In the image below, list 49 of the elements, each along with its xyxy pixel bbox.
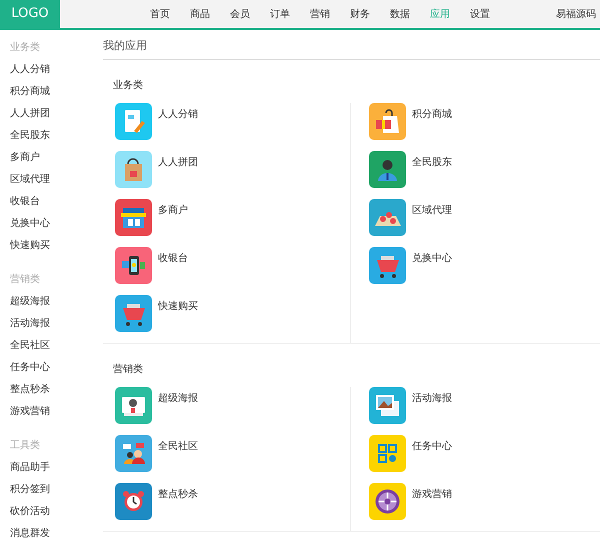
sidebar-heading: 业务类 [10, 40, 41, 55]
app-tile[interactable]: 游戏营销 [369, 483, 597, 531]
sidebar-item[interactable]: 全民社区 [10, 335, 95, 357]
sidebar-item[interactable]: 整点秒杀 [10, 379, 95, 401]
app-tile[interactable]: 活动海报 [369, 387, 597, 435]
app-tile[interactable]: 全民股东 [369, 151, 597, 199]
sidebar-item[interactable]: 收银台 [10, 191, 95, 213]
nav-tab[interactable]: 首页 [140, 6, 180, 22]
nav-tab[interactable]: 商品 [180, 6, 220, 22]
sidebar-item[interactable]: 商品助手 [10, 457, 95, 479]
app-tile[interactable]: 多商户 [115, 199, 350, 247]
sidebar-item[interactable]: 全民股东 [10, 125, 95, 147]
sidebar-item[interactable]: 人人拼团 [10, 103, 95, 125]
sidebar-item[interactable]: 超级海报 [10, 291, 95, 313]
sidebar-item[interactable]: 多商户 [10, 147, 95, 169]
app-tile[interactable]: 超级海报 [115, 387, 350, 435]
sidebar-item[interactable]: 区域代理 [10, 169, 95, 191]
section-heading: 营销类 [113, 364, 143, 375]
sidebar-item[interactable]: 快速购买 [10, 235, 95, 257]
app-tile[interactable]: 兑换中心 [369, 247, 597, 295]
nav-tab[interactable]: 设置 [460, 6, 500, 22]
sidebar-item[interactable]: 积分商城 [10, 81, 95, 103]
sidebar-heading: 工具类 [10, 438, 41, 453]
sidebar-item[interactable]: 消息群发 [10, 523, 95, 545]
sidebar-item[interactable]: 积分签到 [10, 479, 95, 501]
sidebar-heading: 营销类 [10, 272, 41, 287]
sidebar-item[interactable]: 人人分销 [10, 59, 95, 81]
app-tile[interactable]: 积分商城 [369, 103, 597, 151]
user-link[interactable]: 易福源码 [556, 6, 596, 22]
app-tile[interactable]: 任务中心 [369, 435, 597, 483]
app-tile[interactable]: 整点秒杀 [115, 483, 350, 531]
section-heading: 业务类 [113, 80, 143, 91]
sidebar-item[interactable]: 活动海报 [10, 313, 95, 335]
page-title: 我的应用 [103, 39, 147, 52]
app-tile[interactable]: 区域代理 [369, 199, 597, 247]
app-tile[interactable]: 全民社区 [115, 435, 350, 483]
nav-tab[interactable]: 财务 [340, 6, 380, 22]
app-tile[interactable]: 收银台 [115, 247, 350, 295]
sidebar-item[interactable]: 游戏营销 [10, 401, 95, 423]
sidebar-item[interactable]: 兑换中心 [10, 213, 95, 235]
nav-tab[interactable]: 数据 [380, 6, 420, 22]
nav-tab[interactable]: 订单 [260, 6, 300, 22]
nav-tab[interactable]: 会员 [220, 6, 260, 22]
sidebar-item[interactable]: 砍价活动 [10, 501, 95, 523]
app-tile[interactable]: 人人拼团 [115, 151, 350, 199]
sidebar-item[interactable]: 任务中心 [10, 357, 95, 379]
app-tile[interactable]: 人人分销 [115, 103, 350, 151]
nav-tab[interactable]: 营销 [300, 6, 340, 22]
app-tile[interactable]: 快速购买 [115, 295, 350, 343]
